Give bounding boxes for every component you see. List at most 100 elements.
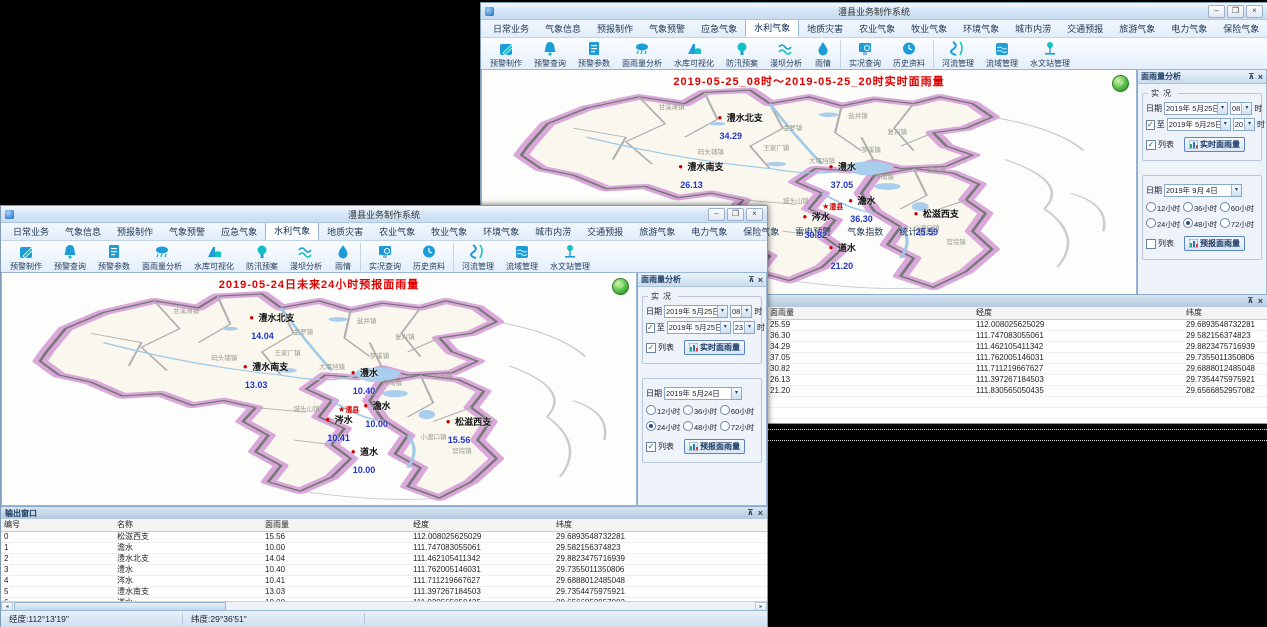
duration-radio[interactable] [1220, 202, 1230, 212]
menu-tab[interactable]: 气象预警 [641, 20, 693, 37]
toolbar-button[interactable]: 防汛预案 [720, 38, 764, 70]
menu-tab[interactable]: 预报制作 [109, 223, 161, 240]
menu-tab[interactable]: 电力气象 [1163, 20, 1215, 37]
station-marker[interactable]: ● 澹水36.30 [848, 191, 875, 227]
duration-option[interactable]: 36小时 [683, 405, 720, 417]
menu-tab[interactable]: 保险气象 [735, 223, 787, 240]
toolbar-button[interactable]: 历史资料 [407, 241, 451, 273]
titlebar[interactable]: 澧县业务制作系统 – ❐ × [1, 206, 767, 223]
pin-icon[interactable]: ⊼ [748, 275, 755, 284]
list-checkbox[interactable]: ✓ [646, 343, 656, 353]
duration-radio[interactable] [683, 421, 693, 431]
toolbar-button[interactable]: 流域管理 [980, 38, 1024, 70]
station-marker[interactable]: ● 澧水北支14.04 [249, 308, 294, 344]
toolbar-button[interactable]: 实况查询 [843, 38, 887, 70]
restore-button[interactable]: ❐ [1227, 5, 1244, 18]
duration-radio[interactable] [1220, 218, 1230, 228]
toolbar-button[interactable]: 漫坝分析 [764, 38, 808, 70]
minimize-button[interactable]: – [1208, 5, 1225, 18]
duration-option[interactable]: 24小时 [1146, 218, 1183, 230]
live-end-hour-select[interactable]: 23▾ [733, 321, 755, 334]
duration-option[interactable]: 72小时 [1220, 218, 1257, 230]
chevron-down-icon[interactable]: ▾ [1241, 103, 1251, 114]
chevron-down-icon[interactable]: ▾ [1231, 185, 1241, 196]
menu-tab[interactable]: 交通预报 [1059, 20, 1111, 37]
duration-option[interactable]: 12小时 [1146, 202, 1183, 214]
duration-radio[interactable] [683, 405, 693, 415]
toolbar-button[interactable]: 预警查询 [528, 38, 572, 70]
duration-option[interactable]: 72小时 [720, 421, 757, 433]
toolbar-button[interactable]: 预警参数 [572, 38, 616, 70]
chevron-down-icon[interactable]: ▾ [741, 306, 751, 317]
table-row[interactable]: 2澧水北支14.04111.46210541134229.88234757169… [1, 554, 767, 565]
duration-option[interactable]: 12小时 [646, 405, 683, 417]
menu-tab[interactable]: 城市内涝 [1007, 20, 1059, 37]
toolbar-button[interactable]: 流域管理 [500, 241, 544, 273]
duration-option[interactable]: 60小时 [1220, 202, 1257, 214]
forecast-date-select[interactable]: 2019年 5月24日▾ [664, 387, 742, 400]
map-canvas[interactable]: 2019-05-24日未来24小时预报面雨量 → 甘溪滩镇码头铺镇王家厂镇金罗镇… [1, 272, 637, 506]
menu-tab[interactable]: 农业气象 [371, 223, 423, 240]
station-marker[interactable]: ● 松滋西支25.59 [914, 204, 959, 240]
chevron-down-icon[interactable]: ▾ [720, 322, 730, 333]
close-button[interactable]: × [1246, 5, 1263, 18]
menu-tab[interactable]: 环境气象 [955, 20, 1007, 37]
menu-tab[interactable]: 水利气象 [265, 221, 319, 240]
live-date-select[interactable]: 2019年 5月25日▾ [1164, 102, 1228, 115]
menu-tab[interactable]: 旅游气象 [631, 223, 683, 240]
column-header[interactable]: 面雨量 [262, 519, 410, 531]
toolbar-button[interactable]: 面雨量分析 [136, 241, 188, 273]
duration-radio[interactable] [1183, 218, 1193, 228]
duration-option[interactable]: 24小时 [646, 421, 683, 433]
forecast-list-checkbox[interactable]: ✓ [646, 442, 656, 452]
table-row[interactable]: 3澧水10.40111.76200514603129.7355011350806 [1, 565, 767, 576]
menu-tab[interactable]: 保险气象 [1215, 20, 1267, 37]
menu-tab[interactable]: 气象信息 [57, 223, 109, 240]
map-zoom-full-button[interactable]: → [612, 278, 629, 295]
toolbar-button[interactable]: 历史资料 [887, 38, 931, 70]
chevron-down-icon[interactable]: ▾ [731, 388, 741, 399]
restore-button[interactable]: ❐ [727, 208, 744, 221]
live-start-hour-select[interactable]: 08▾ [1230, 102, 1252, 115]
table-row[interactable]: 0松滋西支15.56112.00802562502929.68935487322… [1, 532, 767, 543]
column-header[interactable]: 纬度 [553, 519, 771, 531]
live-rain-button[interactable]: 实时面雨量 [1184, 137, 1245, 152]
duration-radio[interactable] [1183, 202, 1193, 212]
pin-icon[interactable]: ⊼ [747, 508, 754, 518]
chevron-down-icon[interactable]: ▾ [744, 322, 754, 333]
forecast-list-checkbox[interactable] [1146, 239, 1156, 249]
pin-icon[interactable]: ⊼ [1247, 296, 1254, 306]
toolbar-button[interactable]: 河流管理 [936, 38, 980, 70]
live-end-date-select[interactable]: 2019年 5月25日▾ [667, 321, 731, 334]
map-zoom-full-button[interactable]: → [1112, 75, 1129, 92]
menu-tab[interactable]: 电力气象 [683, 223, 735, 240]
menu-tab[interactable]: 牧业气象 [903, 20, 955, 37]
chevron-down-icon[interactable]: ▾ [717, 306, 727, 317]
duration-option[interactable]: 36小时 [1183, 202, 1220, 214]
close-icon[interactable]: × [758, 275, 763, 285]
to-checkbox[interactable]: ✓ [1146, 120, 1155, 130]
station-marker[interactable]: ● 松滋西支15.56 [446, 412, 491, 448]
close-icon[interactable]: × [1258, 72, 1263, 82]
duration-radio[interactable] [1146, 218, 1156, 228]
toolbar-button[interactable]: 漫坝分析 [284, 241, 328, 273]
close-button[interactable]: × [746, 208, 763, 221]
menu-tab[interactable]: 水利气象 [745, 18, 799, 37]
station-marker[interactable]: ● 澧水37.05 [829, 157, 856, 193]
menu-tab[interactable]: 日常业务 [5, 223, 57, 240]
live-start-hour-select[interactable]: 08▾ [730, 305, 752, 318]
column-header[interactable]: 面雨量 [767, 307, 973, 319]
menu-tab[interactable]: 城市内涝 [527, 223, 579, 240]
toolbar-button[interactable]: 预警查询 [48, 241, 92, 273]
toolbar-button[interactable]: 防汛预案 [240, 241, 284, 273]
toolbar-button[interactable]: 水库可视化 [188, 241, 240, 273]
duration-option[interactable]: 48小时 [1183, 218, 1220, 230]
toolbar-button[interactable]: 预警制作 [4, 241, 48, 273]
station-marker[interactable]: ● 澧水北支34.29 [717, 108, 762, 144]
live-date-select[interactable]: 2019年 5月25日▾ [664, 305, 728, 318]
minimize-button[interactable]: – [708, 208, 725, 221]
station-marker[interactable]: ● 澧水南支13.03 [243, 357, 288, 393]
menu-tab[interactable]: 应急气象 [213, 223, 265, 240]
forecast-date-select[interactable]: 2019年 9月 4日▾ [1164, 184, 1242, 197]
close-icon[interactable]: × [758, 508, 763, 518]
